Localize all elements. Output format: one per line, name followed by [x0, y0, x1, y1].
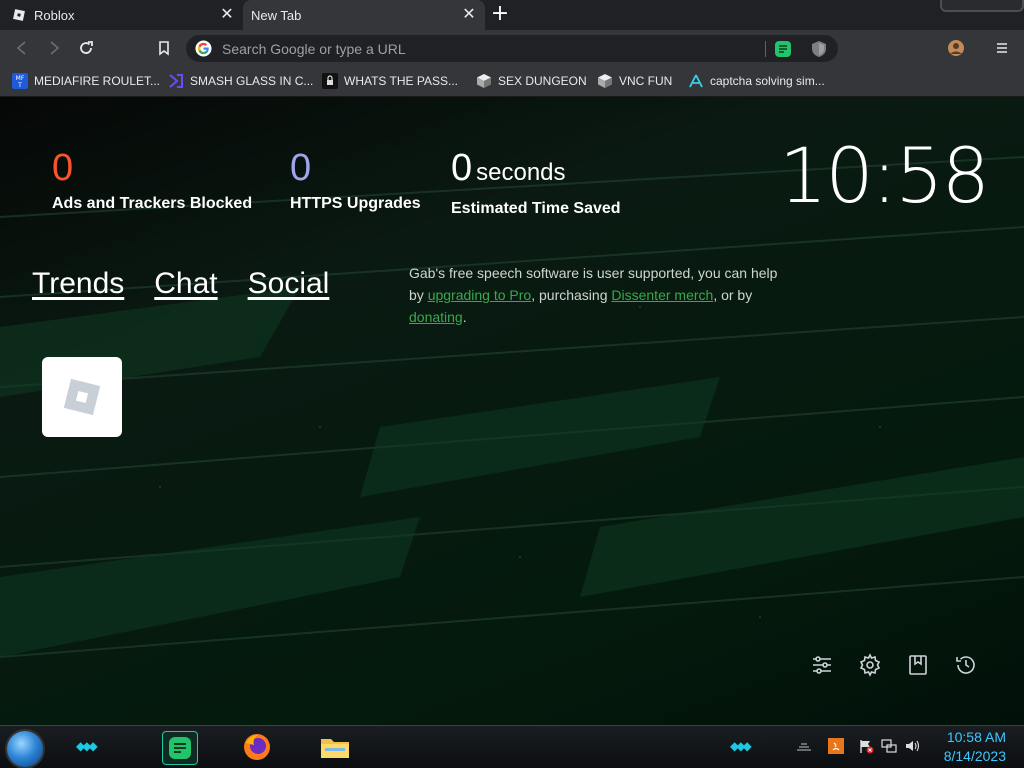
support-message: Gab's free speech software is user suppo… — [409, 262, 794, 328]
stat-value: 0 — [451, 147, 473, 189]
purple-bracket-icon — [169, 74, 183, 88]
show-desktop-icon[interactable] — [796, 738, 812, 754]
promo-text: . — [462, 309, 467, 325]
taskbar-app[interactable] — [240, 731, 274, 763]
omnibox[interactable] — [186, 35, 838, 62]
forward-icon[interactable] — [44, 38, 64, 58]
back-icon[interactable] — [12, 38, 32, 58]
bookmarks-manager-icon[interactable] — [906, 653, 930, 677]
tab-roblox[interactable]: Roblox ✕ — [0, 0, 243, 30]
taskbar-decoration: ◆◆◆ — [76, 739, 98, 753]
system-clock[interactable]: 10:58 AM 8/14/2023 — [944, 728, 1006, 766]
bookmark-item[interactable]: MF T MEDIAFIRE ROULET... — [12, 71, 160, 91]
file-explorer-icon — [321, 739, 349, 758]
cube-icon — [598, 74, 612, 88]
bookmark-icon[interactable] — [154, 38, 174, 58]
bookmarks-bar: MF T MEDIAFIRE ROULET... SMASH GLASS IN … — [0, 66, 1024, 97]
tab-strip: Roblox ✕ New Tab ✕ + — [0, 0, 1024, 30]
history-icon[interactable] — [954, 653, 978, 677]
upgrade-pro-link[interactable]: upgrading to Pro — [428, 287, 532, 303]
lock-icon — [322, 73, 338, 89]
stat-https-upgrades: 0 HTTPS Upgrades — [290, 147, 421, 213]
clock: 10:58 — [778, 131, 990, 220]
network-icon[interactable] — [881, 738, 897, 754]
close-icon[interactable]: ✕ — [461, 7, 477, 23]
new-tab-button[interactable]: + — [489, 3, 511, 26]
green-chat-extension-icon[interactable] — [774, 40, 792, 58]
donate-link[interactable]: donating — [409, 309, 463, 325]
svg-text:T: T — [17, 82, 22, 89]
stat-value-row: 0 seconds — [451, 147, 621, 194]
action-center-flag-icon[interactable] — [858, 738, 874, 754]
merch-link[interactable]: Dissenter merch — [611, 287, 713, 303]
link-chat[interactable]: Chat — [154, 267, 217, 301]
taskbar-decoration: ◆◆◆ — [730, 739, 752, 753]
search-input[interactable] — [220, 39, 759, 58]
bookmark-label: VNC FUN — [619, 74, 673, 88]
clock-date: 8/14/2023 — [943, 748, 1006, 764]
bookmark-item[interactable]: SEX DUNGEON — [476, 71, 587, 91]
bookmark-label: SEX DUNGEON — [498, 74, 587, 88]
java-update-icon[interactable] — [828, 738, 844, 754]
bookmark-item[interactable]: VNC FUN — [597, 71, 672, 91]
taskbar-app[interactable] — [318, 731, 352, 763]
google-icon — [195, 40, 212, 57]
bookmark-label: MEDIAFIRE ROULET... — [34, 74, 161, 88]
ntp-controls — [786, 653, 978, 677]
stat-label: Estimated Time Saved — [451, 200, 621, 217]
window-frame-decoration — [940, 0, 1024, 12]
taskbar: ◆◆◆ ◆◆◆ 10:58 AM 8/14/2023 — [0, 725, 1024, 768]
stat-unit: seconds — [476, 159, 566, 186]
volume-icon[interactable] — [904, 738, 920, 754]
reload-icon[interactable] — [76, 38, 96, 58]
promo-text: , purchasing — [531, 287, 612, 303]
customize-sliders-icon[interactable] — [810, 653, 834, 677]
bookmark-item[interactable]: WHATS THE PASS... — [322, 71, 458, 91]
mediafire-icon: MF T — [12, 73, 28, 89]
chat-app-icon — [169, 737, 191, 759]
tab-new-tab[interactable]: New Tab ✕ — [243, 0, 485, 30]
menu-icon[interactable] — [992, 38, 1012, 58]
stat-value: 0 — [52, 147, 74, 189]
roblox-icon — [13, 9, 25, 21]
bookmark-item[interactable]: captcha solving sim... — [688, 71, 825, 91]
bookmark-label: SMASH GLASS IN C... — [190, 74, 314, 88]
roblox-icon — [63, 378, 101, 416]
screen: Roblox ✕ New Tab ✕ + Search Google or ty… — [0, 0, 1024, 768]
bookmark-label: WHATS THE PASS... — [344, 74, 459, 88]
promo-text: , or by — [713, 287, 753, 303]
top-site-tile-roblox[interactable] — [42, 357, 122, 437]
clock-time: 10:58 AM — [946, 729, 1006, 745]
triangle-icon — [689, 74, 703, 88]
stat-ads-blocked: 0 Ads and Trackers Blocked — [52, 147, 252, 213]
tab-title: New Tab — [251, 7, 302, 23]
firefox-icon — [244, 734, 270, 760]
gear-icon[interactable] — [858, 653, 882, 677]
profile-avatar-icon[interactable] — [946, 38, 966, 58]
taskbar-app[interactable] — [162, 731, 198, 765]
link-social[interactable]: Social — [248, 267, 330, 301]
stat-value: 0 — [290, 147, 312, 189]
shield-icon[interactable] — [810, 40, 828, 58]
new-tab-page: 0 Ads and Trackers Blocked 0 HTTPS Upgra… — [0, 97, 1024, 725]
close-icon[interactable]: ✕ — [219, 7, 235, 23]
svg-text:MF: MF — [16, 75, 25, 82]
stat-label: Ads and Trackers Blocked — [52, 195, 253, 212]
bookmark-label: captcha solving sim... — [710, 74, 825, 88]
cube-icon — [477, 74, 491, 88]
nav-links: Trends Chat Social — [32, 267, 359, 301]
bookmark-item[interactable]: SMASH GLASS IN C... — [168, 71, 313, 91]
link-trends[interactable]: Trends — [32, 267, 124, 301]
tab-title: Roblox — [34, 7, 75, 23]
start-button[interactable] — [7, 731, 43, 767]
stat-label: HTTPS Upgrades — [290, 195, 421, 212]
stat-time-saved: 0 seconds Estimated Time Saved — [451, 147, 621, 218]
omnibox-separator — [765, 40, 766, 57]
